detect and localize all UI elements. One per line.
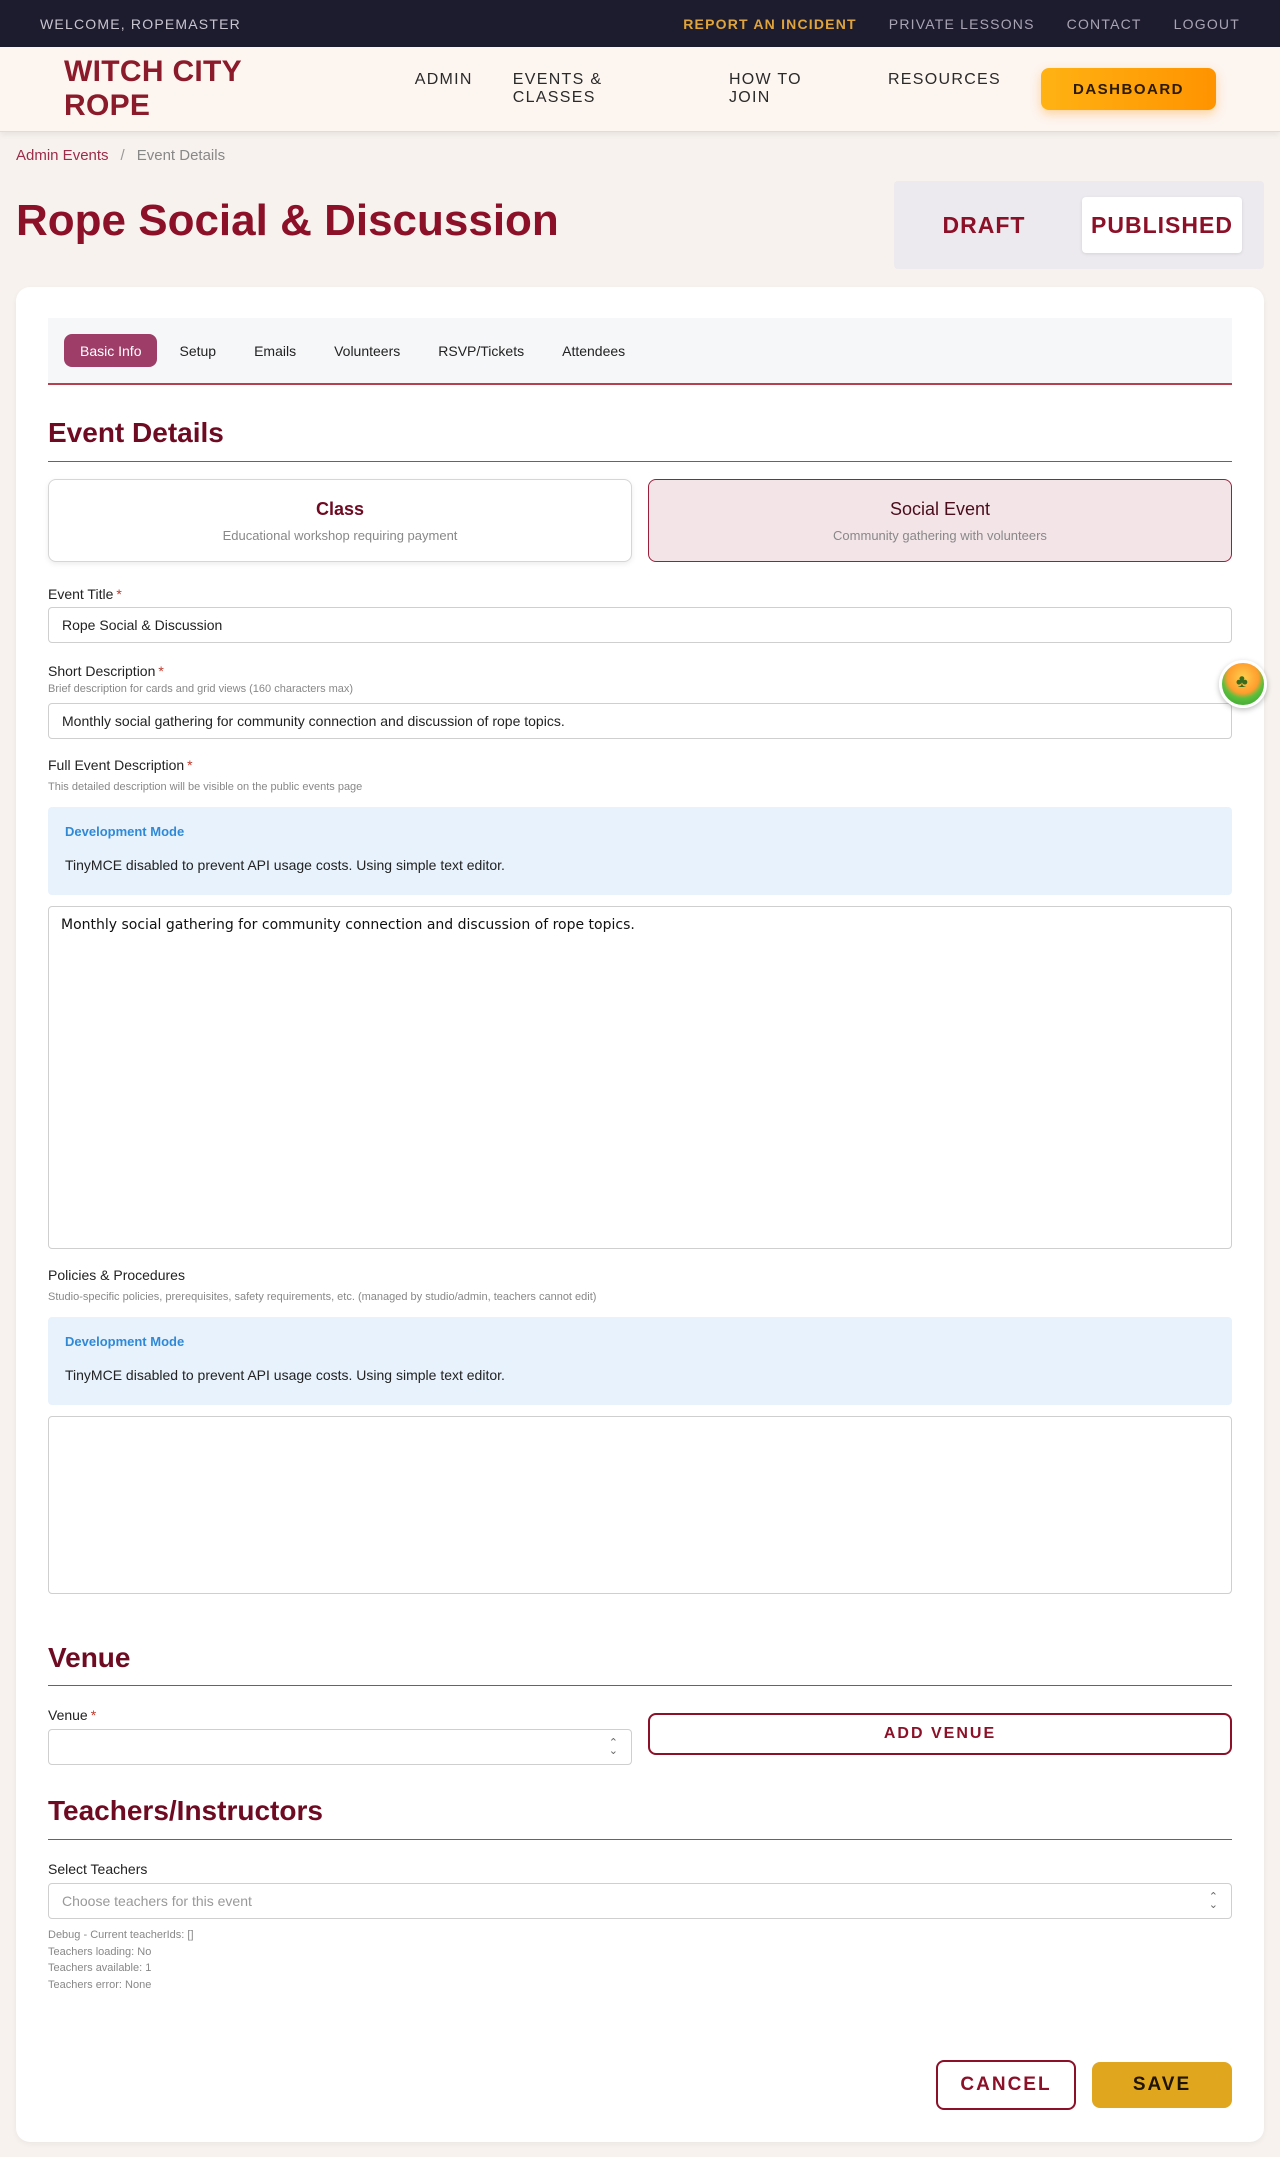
report-incident-link[interactable]: REPORT AN INCIDENT [683, 16, 857, 32]
policies-label: Policies & Procedures [48, 1267, 185, 1283]
dev-mode-title: Development Mode [65, 1334, 185, 1349]
venue-select[interactable]: ⌃ ⌄ [48, 1729, 632, 1765]
nav-admin[interactable]: ADMIN [415, 71, 473, 107]
full-description-hint: This detailed description will be visibl… [48, 781, 363, 793]
debug-line: Teachers error: None [48, 1978, 152, 1991]
private-lessons-link[interactable]: PRIVATE LESSONS [889, 16, 1035, 32]
nav-how-to-join[interactable]: HOW TO JOIN [729, 71, 848, 107]
dev-mode-title: Development Mode [65, 824, 185, 839]
status-toggle: DRAFT PUBLISHED [894, 181, 1264, 269]
save-button[interactable]: SAVE [1092, 2062, 1232, 2108]
event-tabs: Basic Info Setup Emails Volunteers RSVP/… [48, 318, 1232, 385]
event-title-label: Event Title * [48, 586, 122, 602]
label-text: Event Title [48, 586, 114, 602]
label-text: Venue [48, 1707, 88, 1723]
event-type-desc: Community gathering with volunteers [833, 527, 1047, 543]
dev-mode-notice: Development Mode TinyMCE disabled to pre… [48, 1317, 1232, 1405]
nav-links: ADMIN EVENTS & CLASSES HOW TO JOIN RESOU… [415, 71, 1001, 107]
event-form-card: Basic Info Setup Emails Volunteers RSVP/… [16, 287, 1264, 2142]
status-draft-option[interactable]: DRAFT [904, 197, 1064, 253]
tree-glyph: ♣ [1236, 671, 1248, 691]
select-teachers-label: Select Teachers [48, 1861, 148, 1877]
short-description-input[interactable]: Monthly social gathering for community c… [48, 703, 1232, 739]
dev-mode-message: TinyMCE disabled to prevent API usage co… [65, 1367, 505, 1383]
breadcrumb: Admin Events / Event Details [16, 147, 225, 164]
debug-line: Teachers available: 1 [48, 1962, 152, 1974]
section-divider [48, 1839, 1232, 1840]
nav-events-classes[interactable]: EVENTS & CLASSES [513, 71, 689, 107]
label-text: Short Description [48, 663, 156, 679]
event-details-heading: Event Details [48, 417, 224, 448]
venue-heading: Venue [48, 1642, 131, 1673]
required-mark: * [90, 1707, 97, 1723]
tab-basic-info[interactable]: Basic Info [64, 334, 158, 367]
dev-mode-message: TinyMCE disabled to prevent API usage co… [65, 857, 505, 873]
debug-line: Debug - Current teacherIds: [] [48, 1929, 194, 1941]
dev-mode-notice: Development Mode TinyMCE disabled to pre… [48, 807, 1232, 895]
short-description-hint: Brief description for cards and grid vie… [48, 683, 354, 695]
event-type-title: Social Event [889, 498, 991, 519]
contact-link[interactable]: CONTACT [1067, 16, 1142, 32]
tab-attendees[interactable]: Attendees [546, 334, 641, 367]
teachers-heading: Teachers/Instructors [48, 1795, 323, 1826]
policies-hint: Studio-specific policies, prerequisites,… [48, 1291, 597, 1303]
venue-label: Venue * [48, 1707, 96, 1723]
short-description-label: Short Description * [48, 663, 164, 679]
section-divider [48, 1685, 1232, 1686]
tab-rsvp-tickets[interactable]: RSVP/Tickets [422, 334, 540, 367]
breadcrumb-current: Event Details [136, 147, 226, 164]
chevron-updown-icon: ⌃ ⌄ [608, 1737, 618, 1757]
breadcrumb-admin-events[interactable]: Admin Events [16, 147, 109, 164]
event-type-social[interactable]: Social Event Community gathering with vo… [648, 479, 1232, 562]
event-title-input[interactable]: Rope Social & Discussion [48, 607, 1232, 643]
cancel-button[interactable]: CANCEL [936, 2060, 1076, 2110]
teachers-select[interactable]: Choose teachers for this event ⌃ ⌄ [48, 1883, 1232, 1919]
welcome-text: WELCOME, ROPEMASTER [40, 15, 241, 32]
event-type-class[interactable]: Class Educational workshop requiring pay… [48, 479, 632, 562]
breadcrumb-separator: / [120, 147, 125, 164]
site-logo[interactable]: WITCH CITY ROPE [64, 55, 335, 123]
palm-tree-sun-icon[interactable]: ♣ [1219, 660, 1267, 708]
full-description-textarea[interactable]: Monthly social gathering for community c… [48, 906, 1232, 1249]
required-mark: * [158, 663, 164, 679]
tab-setup[interactable]: Setup [163, 334, 232, 367]
required-mark: * [187, 757, 193, 773]
teachers-select-placeholder: Choose teachers for this event [62, 1893, 252, 1909]
event-type-title: Class [315, 498, 365, 519]
nav-resources[interactable]: RESOURCES [888, 71, 1001, 107]
main-nav: WITCH CITY ROPE ADMIN EVENTS & CLASSES H… [0, 47, 1280, 132]
required-mark: * [116, 586, 122, 602]
policies-textarea[interactable] [48, 1416, 1232, 1594]
status-published-option[interactable]: PUBLISHED [1082, 197, 1242, 253]
chevron-updown-icon: ⌃ ⌄ [1208, 1891, 1218, 1911]
full-description-label: Full Event Description * [48, 757, 193, 773]
dashboard-button[interactable]: DASHBOARD [1041, 68, 1216, 110]
utility-links: REPORT AN INCIDENT PRIVATE LESSONS CONTA… [683, 16, 1240, 32]
teachers-debug-info: Debug - Current teacherIds: [] Teachers … [48, 1927, 194, 1993]
page-title: Rope Social & Discussion [16, 196, 559, 245]
debug-line: Teachers loading: No [48, 1945, 152, 1958]
logout-link[interactable]: LOGOUT [1174, 16, 1240, 32]
utility-bar: WELCOME, ROPEMASTER REPORT AN INCIDENT P… [0, 0, 1280, 47]
label-text: Full Event Description [48, 757, 185, 773]
tab-emails[interactable]: Emails [238, 334, 312, 367]
tab-volunteers[interactable]: Volunteers [318, 334, 416, 367]
add-venue-button[interactable]: ADD VENUE [648, 1713, 1232, 1755]
event-type-desc: Educational workshop requiring payment [222, 527, 458, 543]
section-divider [48, 461, 1232, 462]
